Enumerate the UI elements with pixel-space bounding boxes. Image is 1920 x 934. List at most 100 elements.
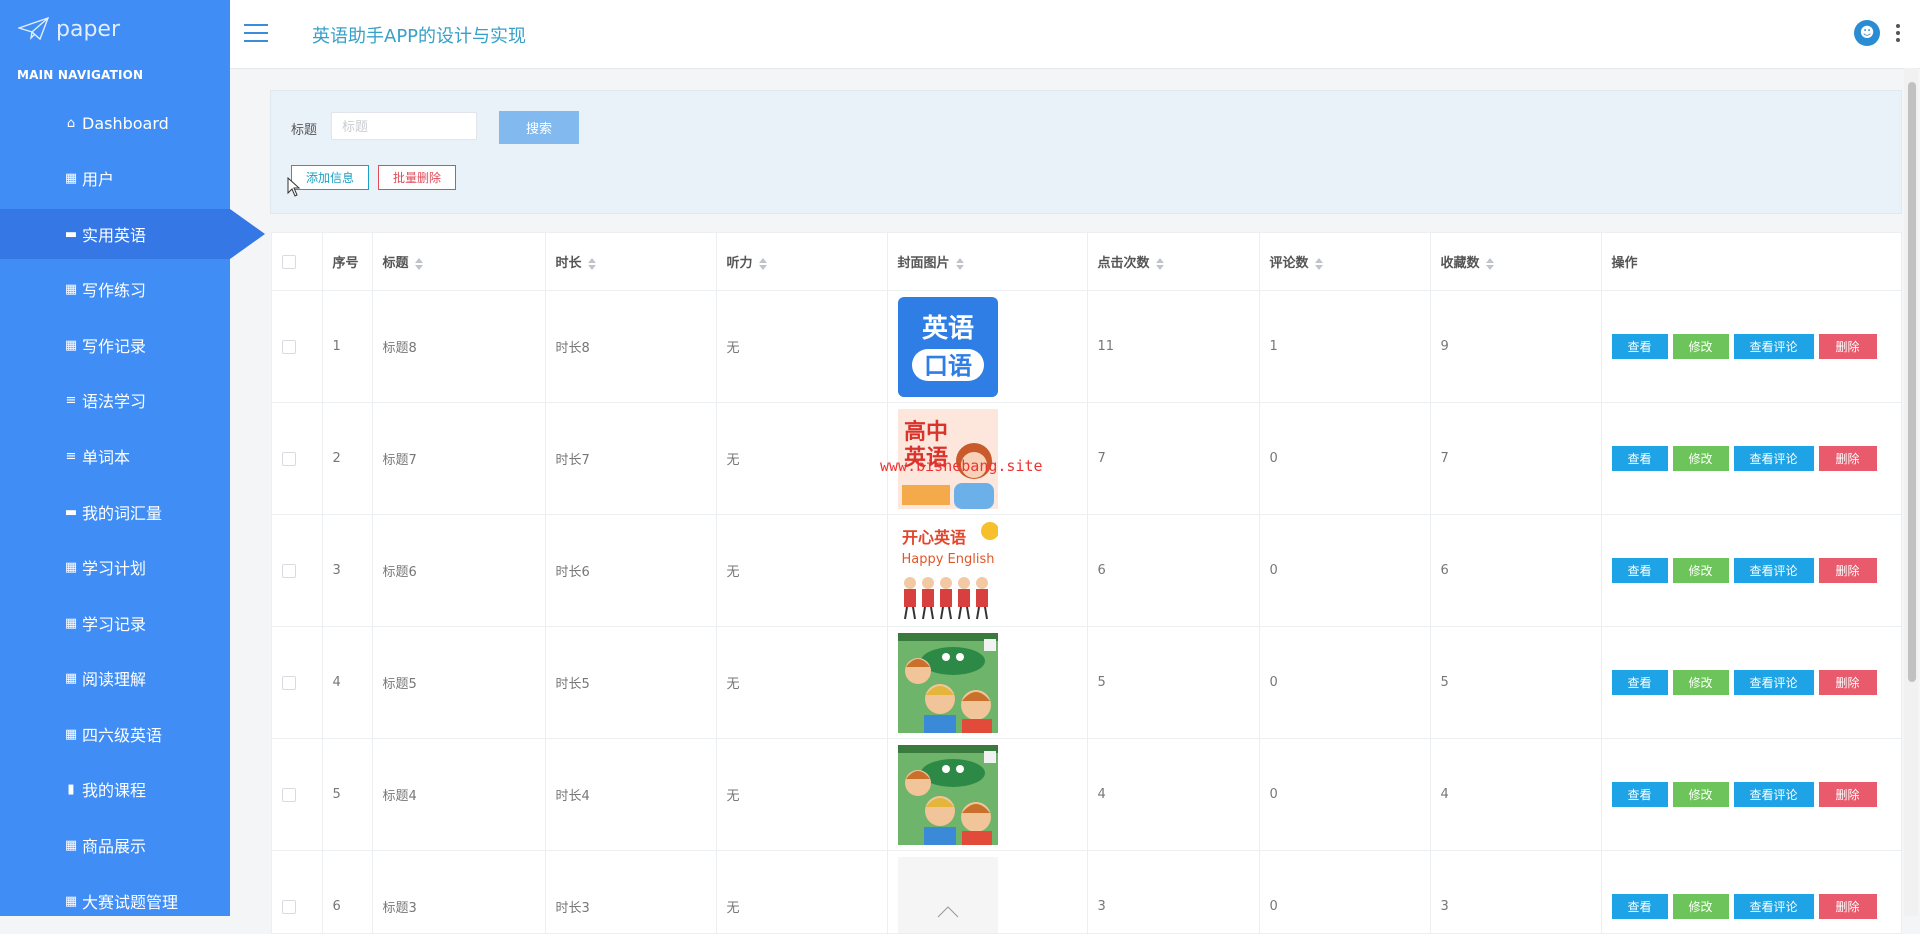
- view-comments-button[interactable]: 查看评论: [1734, 782, 1814, 807]
- sidebar-item[interactable]: ≡语法学习: [0, 375, 230, 425]
- more-options-icon[interactable]: [1896, 24, 1900, 42]
- view-button[interactable]: 查看: [1612, 670, 1668, 695]
- cell-actions: 查看修改查看评论删除: [1601, 851, 1901, 934]
- cell-clicks: 6: [1087, 515, 1259, 627]
- row-checkbox[interactable]: [282, 564, 296, 578]
- sidebar-item-label: 阅读理解: [82, 666, 146, 690]
- sidebar-item[interactable]: ▦大赛试题管理: [0, 876, 230, 926]
- nav-icon: ▦: [64, 894, 78, 909]
- row-checkbox[interactable]: [282, 900, 296, 914]
- delete-button[interactable]: 删除: [1819, 334, 1877, 359]
- sidebar-item[interactable]: ▦用户: [0, 153, 230, 203]
- sidebar-item[interactable]: ⌂Dashboard: [0, 98, 230, 148]
- page-scrollbar[interactable]: [1904, 68, 1918, 916]
- sort-icon[interactable]: [1486, 258, 1494, 270]
- edit-button[interactable]: 修改: [1673, 446, 1729, 471]
- view-button[interactable]: 查看: [1612, 782, 1668, 807]
- cell-favorites: 4: [1430, 739, 1601, 851]
- view-button[interactable]: 查看: [1612, 334, 1668, 359]
- edit-button[interactable]: 修改: [1673, 670, 1729, 695]
- column-header[interactable]: 封面图片: [887, 233, 1087, 291]
- cell-index: 2: [322, 403, 372, 515]
- edit-button[interactable]: 修改: [1673, 558, 1729, 583]
- cell-clicks: 5: [1087, 627, 1259, 739]
- sidebar-item[interactable]: ▬我的词汇量: [0, 487, 230, 537]
- cover-image: [898, 633, 998, 733]
- delete-button[interactable]: 删除: [1819, 446, 1877, 471]
- sidebar-item[interactable]: ▦写作记录: [0, 320, 230, 370]
- user-avatar[interactable]: ☻: [1854, 20, 1880, 46]
- sidebar-item-label: 写作练习: [82, 277, 146, 301]
- view-comments-button[interactable]: 查看评论: [1734, 558, 1814, 583]
- cell-listening: 无: [716, 851, 887, 934]
- cell-actions: 查看修改查看评论删除: [1601, 739, 1901, 851]
- row-checkbox[interactable]: [282, 452, 296, 466]
- column-header[interactable]: 评论数: [1259, 233, 1430, 291]
- column-header: 操作: [1601, 233, 1901, 291]
- column-header[interactable]: 标题: [372, 233, 545, 291]
- sidebar-item[interactable]: ▦ 写作练习: [0, 264, 230, 314]
- column-header[interactable]: 时长: [545, 233, 716, 291]
- column-header[interactable]: 收藏数: [1430, 233, 1601, 291]
- cell-duration: 时长5: [545, 627, 716, 739]
- table-header-row: 序号 标题 时长 听力 封面图片 点击次数 评论数 收藏数 操作: [272, 233, 1901, 291]
- sidebar-item[interactable]: ≡单词本: [0, 431, 230, 481]
- view-comments-button[interactable]: 查看评论: [1734, 334, 1814, 359]
- add-info-button[interactable]: 添加信息: [291, 165, 369, 190]
- cell-comments: 1: [1259, 291, 1430, 403]
- sidebar-item-label: 我的课程: [82, 777, 146, 801]
- view-button[interactable]: 查看: [1612, 558, 1668, 583]
- edit-button[interactable]: 修改: [1673, 894, 1729, 919]
- edit-button[interactable]: 修改: [1673, 334, 1729, 359]
- edit-button[interactable]: 修改: [1673, 782, 1729, 807]
- row-checkbox[interactable]: [282, 788, 296, 802]
- data-table: 序号 标题 时长 听力 封面图片 点击次数 评论数 收藏数 操作 1标题8时长8…: [271, 232, 1902, 934]
- sidebar-item[interactable]: ▦商品展示: [0, 820, 230, 870]
- menu-toggle-icon[interactable]: [244, 24, 268, 42]
- table-row: 2标题7时长7无高中英语707查看修改查看评论删除: [272, 403, 1901, 515]
- cell-title: 标题8: [372, 291, 545, 403]
- cell-index: 3: [322, 515, 372, 627]
- row-checkbox[interactable]: [282, 340, 296, 354]
- sidebar-item[interactable]: ▦四六级英语: [0, 709, 230, 759]
- cell-title: 标题6: [372, 515, 545, 627]
- row-checkbox[interactable]: [282, 676, 296, 690]
- sidebar-item[interactable]: ▮我的课程: [0, 764, 230, 814]
- delete-button[interactable]: 删除: [1819, 894, 1877, 919]
- cell-clicks: 11: [1087, 291, 1259, 403]
- table-row: 4标题5时长5无505查看修改查看评论删除: [272, 627, 1901, 739]
- sort-icon[interactable]: [1315, 258, 1323, 270]
- delete-button[interactable]: 删除: [1819, 670, 1877, 695]
- batch-delete-button[interactable]: 批量删除: [378, 165, 456, 190]
- sort-icon[interactable]: [956, 258, 964, 270]
- sidebar-item[interactable]: ▬实用英语: [0, 209, 230, 259]
- cell-index: 4: [322, 627, 372, 739]
- scrollbar-thumb[interactable]: [1908, 82, 1916, 682]
- sort-icon[interactable]: [588, 258, 596, 270]
- view-button[interactable]: 查看: [1612, 894, 1668, 919]
- nav-icon: ▦: [64, 838, 78, 853]
- sort-icon[interactable]: [759, 258, 767, 270]
- view-comments-button[interactable]: 查看评论: [1734, 894, 1814, 919]
- delete-button[interactable]: 删除: [1819, 782, 1877, 807]
- view-comments-button[interactable]: 查看评论: [1734, 670, 1814, 695]
- nav-icon: ▦: [64, 282, 78, 297]
- column-header[interactable]: 点击次数: [1087, 233, 1259, 291]
- app-logo[interactable]: paper: [18, 14, 120, 44]
- sidebar-item[interactable]: ▦学习记录: [0, 598, 230, 648]
- sort-icon[interactable]: [1156, 258, 1164, 270]
- cell-title: 标题5: [372, 627, 545, 739]
- search-button[interactable]: 搜索: [499, 111, 579, 144]
- view-comments-button[interactable]: 查看评论: [1734, 446, 1814, 471]
- column-header[interactable]: 听力: [716, 233, 887, 291]
- table-row: 3标题6时长6无开心英语Happy English606查看修改查看评论删除: [272, 515, 1901, 627]
- delete-button[interactable]: 删除: [1819, 558, 1877, 583]
- sidebar-item[interactable]: ▦阅读理解: [0, 653, 230, 703]
- nav-icon: ▦: [64, 560, 78, 575]
- svg-text:口语: 口语: [924, 352, 972, 380]
- select-all-checkbox[interactable]: [282, 255, 296, 269]
- search-input[interactable]: [331, 112, 477, 140]
- sidebar-item[interactable]: ▦学习计划: [0, 542, 230, 592]
- sort-icon[interactable]: [415, 258, 423, 270]
- view-button[interactable]: 查看: [1612, 446, 1668, 471]
